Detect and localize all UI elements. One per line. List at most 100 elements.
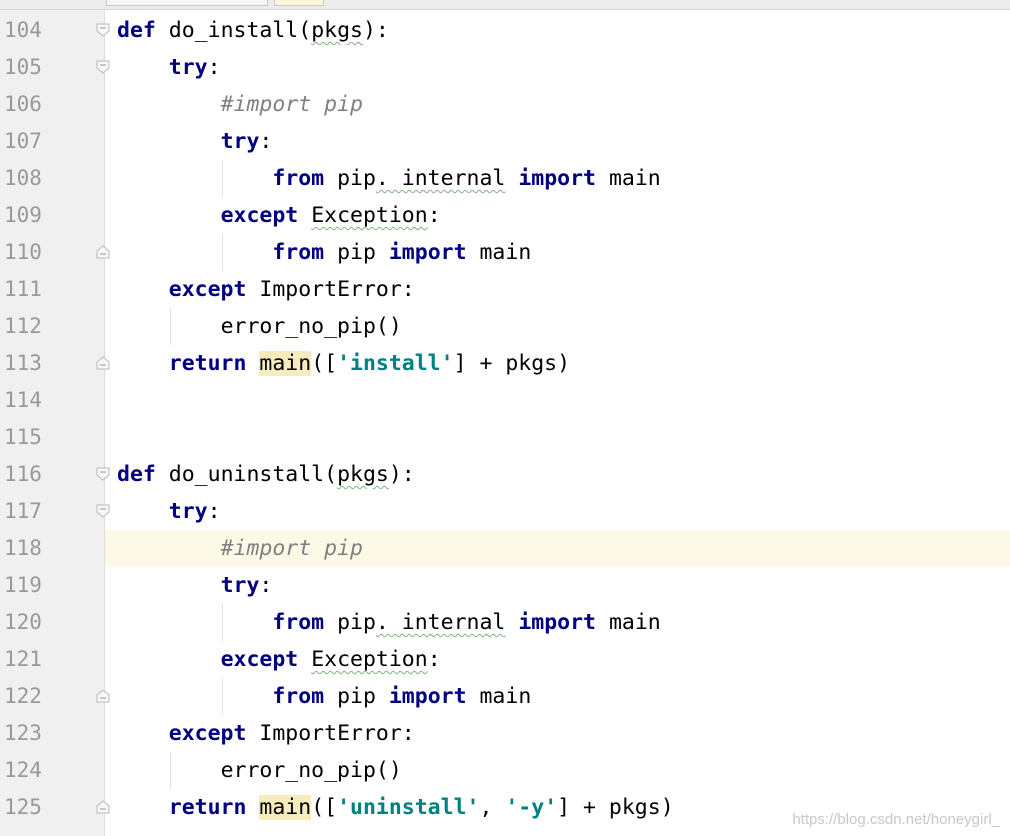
keyword-except: except — [168, 277, 247, 302]
module-name: pip — [324, 240, 376, 265]
line-number: 118 — [4, 536, 42, 560]
code-content[interactable]: from pip import main — [105, 234, 1010, 271]
expression: ] + pkgs) — [453, 351, 571, 376]
editor-tab-strip — [0, 0, 1010, 10]
keyword-try: try — [220, 573, 260, 598]
line-number: 107 — [4, 129, 42, 153]
code-line: 104 def do_install(pkgs): — [0, 12, 1010, 49]
watermark-text: https://blog.csdn.net/honeygirl_ — [792, 811, 1000, 828]
keyword-import: import — [518, 610, 596, 635]
comment: #import pip — [220, 536, 363, 561]
module-name: pip — [324, 166, 376, 191]
keyword-except: except — [168, 721, 247, 746]
identifier: main — [479, 684, 532, 709]
code-content[interactable]: try: — [105, 493, 1010, 530]
code-line: 114 — [0, 382, 1010, 419]
code-line: 108 from pip. internal import main — [0, 160, 1010, 197]
code-line: 119 try: — [0, 567, 1010, 604]
keyword-def: def — [117, 462, 156, 487]
keyword-import: import — [388, 240, 467, 265]
string-literal: 'uninstall' — [337, 795, 480, 820]
code-content[interactable]: from pip. internal import main — [105, 160, 1010, 197]
punctuation: : — [207, 499, 221, 524]
module-name: . internal — [375, 610, 506, 635]
expression: ] + pkgs) — [557, 795, 674, 820]
code-editor[interactable]: 104 def do_install(pkgs): 105 try: 106 #… — [0, 12, 1010, 826]
keyword-try: try — [168, 499, 208, 524]
keyword-from: from — [272, 610, 325, 635]
keyword-def: def — [117, 18, 156, 43]
code-line: 109 except Exception: — [0, 197, 1010, 234]
line-number: 125 — [4, 795, 42, 819]
code-content[interactable]: #import pip — [105, 86, 1010, 123]
identifier: main — [608, 610, 661, 635]
punctuation: : — [259, 573, 273, 598]
editor-tab-active[interactable] — [274, 0, 324, 6]
code-line: 107 try: — [0, 123, 1010, 160]
keyword-return: return — [168, 795, 247, 820]
function-name: do_uninstall( — [155, 462, 338, 487]
current-code-line: 118 #import pip — [0, 530, 1010, 567]
class-name: ImportError — [259, 277, 402, 302]
string-literal: 'install' — [337, 351, 454, 376]
line-number: 123 — [4, 721, 42, 745]
punctuation: : — [401, 721, 415, 746]
code-line: 115 — [0, 419, 1010, 456]
code-line: 113 return main(['install'] + pkgs) — [0, 345, 1010, 382]
keyword-from: from — [272, 166, 325, 191]
code-line: 120 from pip. internal import main — [0, 604, 1010, 641]
identifier-highlighted: main — [259, 795, 312, 820]
punctuation: , — [479, 795, 506, 820]
code-content[interactable]: except Exception: — [105, 197, 1010, 234]
code-content[interactable]: except Exception: — [105, 641, 1010, 678]
code-content[interactable] — [105, 382, 1010, 419]
code-content[interactable] — [105, 419, 1010, 456]
keyword-from: from — [272, 684, 325, 709]
editor-tab[interactable] — [106, 0, 268, 6]
line-number: 110 — [4, 240, 42, 264]
code-content[interactable]: except ImportError: — [105, 715, 1010, 752]
line-number: 105 — [4, 55, 42, 79]
function-call: error_no_pip() — [220, 314, 402, 339]
line-number: 120 — [4, 610, 42, 634]
class-name: Exception — [311, 647, 428, 672]
keyword-except: except — [220, 203, 299, 228]
line-number: 109 — [4, 203, 42, 227]
param: pkgs — [337, 462, 389, 487]
code-content[interactable]: try: — [105, 49, 1010, 86]
code-content[interactable]: try: — [105, 567, 1010, 604]
line-number: 113 — [4, 351, 42, 375]
line-number: 111 — [4, 277, 42, 301]
code-content[interactable]: #import pip — [105, 530, 1010, 567]
code-line: 117 try: — [0, 493, 1010, 530]
code-line: 110 from pip import main — [0, 234, 1010, 271]
code-line: 123 except ImportError: — [0, 715, 1010, 752]
identifier: main — [608, 166, 661, 191]
line-number: 117 — [4, 499, 42, 523]
param: pkgs — [311, 18, 363, 43]
keyword-return: return — [168, 351, 247, 376]
code-content[interactable]: def do_install(pkgs): — [105, 12, 1010, 49]
code-content[interactable]: def do_uninstall(pkgs): — [105, 456, 1010, 493]
code-line: 124 error_no_pip() — [0, 752, 1010, 789]
punctuation: : — [427, 203, 441, 228]
line-number: 106 — [4, 92, 42, 116]
identifier: main — [479, 240, 532, 265]
code-line: 106 #import pip — [0, 86, 1010, 123]
code-content[interactable]: try: — [105, 123, 1010, 160]
keyword-try: try — [220, 129, 260, 154]
line-number: 115 — [4, 425, 42, 449]
code-content[interactable]: error_no_pip() — [105, 752, 1010, 789]
keyword-import: import — [388, 684, 467, 709]
module-name: pip — [324, 610, 376, 635]
keyword-try: try — [168, 55, 208, 80]
code-content[interactable]: error_no_pip() — [105, 308, 1010, 345]
code-content[interactable]: return main(['install'] + pkgs) — [105, 345, 1010, 382]
class-name: ImportError — [259, 721, 402, 746]
string-literal: '-y' — [505, 795, 558, 820]
code-content[interactable]: except ImportError: — [105, 271, 1010, 308]
code-content[interactable]: from pip import main — [105, 678, 1010, 715]
line-number: 124 — [4, 758, 42, 782]
code-content[interactable]: from pip. internal import main — [105, 604, 1010, 641]
module-name: pip — [324, 684, 376, 709]
